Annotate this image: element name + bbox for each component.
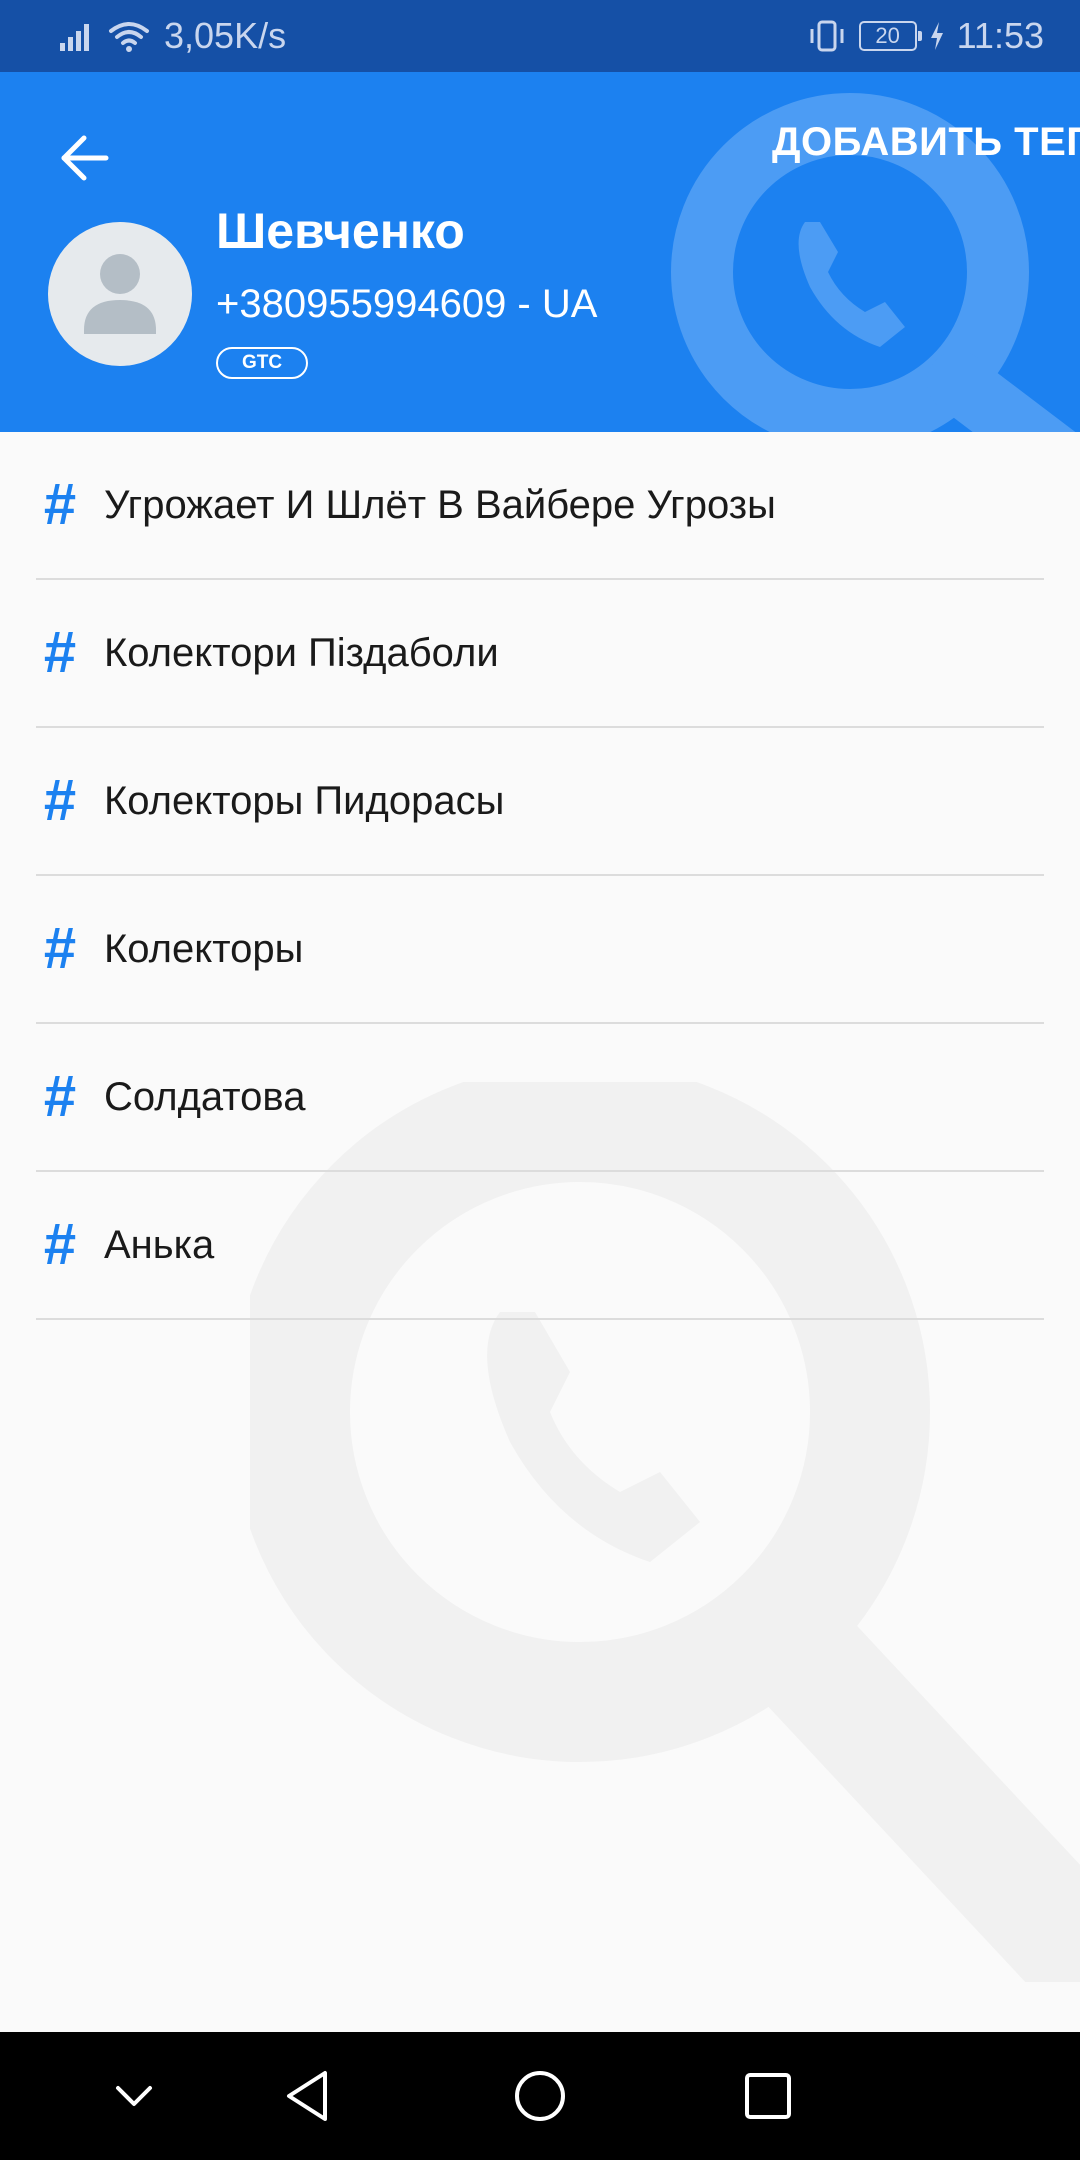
contact-header: ДОБАВИТЬ ТЕГ Шевченко +380955994609 - UA… [0,72,1080,432]
nav-recents-button[interactable] [728,2056,808,2136]
tag-label: Колекторы Пидорасы [104,778,505,823]
square-recents-icon [745,2073,791,2119]
status-right: 20 11:53 [807,15,1044,57]
chevron-down-icon [116,2086,152,2106]
hashtag-icon: # [43,916,77,981]
hashtag-icon: # [43,768,77,833]
tag-label: Анька [104,1222,215,1267]
list-item[interactable]: # Солдатова [36,1024,1044,1172]
tag-label: Колектори Піздаболи [104,630,499,675]
add-tag-button[interactable]: ДОБАВИТЬ ТЕГ [772,120,1080,165]
list-item[interactable]: # Колекторы Пидорасы [36,728,1044,876]
circle-home-icon [515,2071,565,2121]
tag-label: Колекторы [104,926,304,971]
battery-level: 20 [875,23,900,48]
nav-back-button[interactable] [268,2056,348,2136]
tag-label: Угрожает И Шлёт В Вайбере Угрозы [104,482,776,527]
back-button[interactable] [48,122,120,194]
hashtag-icon: # [43,620,77,685]
nav-home-button[interactable] [500,2056,580,2136]
tag-label: Солдатова [104,1074,306,1119]
person-icon [84,254,156,334]
battery-icon: 20 [858,21,922,51]
avatar [48,222,192,366]
contact-name: Шевченко [216,203,465,259]
list-item[interactable]: # Угрожает И Шлёт В Вайбере Угрозы [36,432,1044,580]
hashtag-icon: # [43,472,77,537]
clock: 11:53 [956,15,1044,56]
wifi-icon [109,22,149,52]
list-item[interactable]: # Колектори Піздаболи [36,580,1044,728]
contact-phone: +380955994609 - UA [216,282,598,326]
signal-icon [60,24,89,51]
hashtag-icon: # [43,1212,77,1277]
hide-nav-button[interactable] [94,2056,174,2136]
arrow-back-icon [61,135,109,181]
charging-icon [930,22,943,50]
list-item[interactable]: # Колекторы [36,876,1044,1024]
tag-list: # Угрожает И Шлёт В Вайбере Угрозы # Кол… [0,432,1080,1320]
status-bar: 3,05K/s 20 11:53 [0,0,1080,72]
status-left: 3,05K/s [58,15,286,57]
list-item[interactable]: # Анька [36,1172,1044,1320]
triangle-back-icon [287,2071,327,2121]
carrier-badge: GTC [216,347,308,379]
network-speed: 3,05K/s [164,15,287,56]
tag-list-area: # Угрожает И Шлёт В Вайбере Угрозы # Кол… [0,432,1080,2032]
navigation-bar [0,2032,1080,2160]
hashtag-icon: # [43,1064,77,1129]
vibrate-icon [810,20,844,52]
